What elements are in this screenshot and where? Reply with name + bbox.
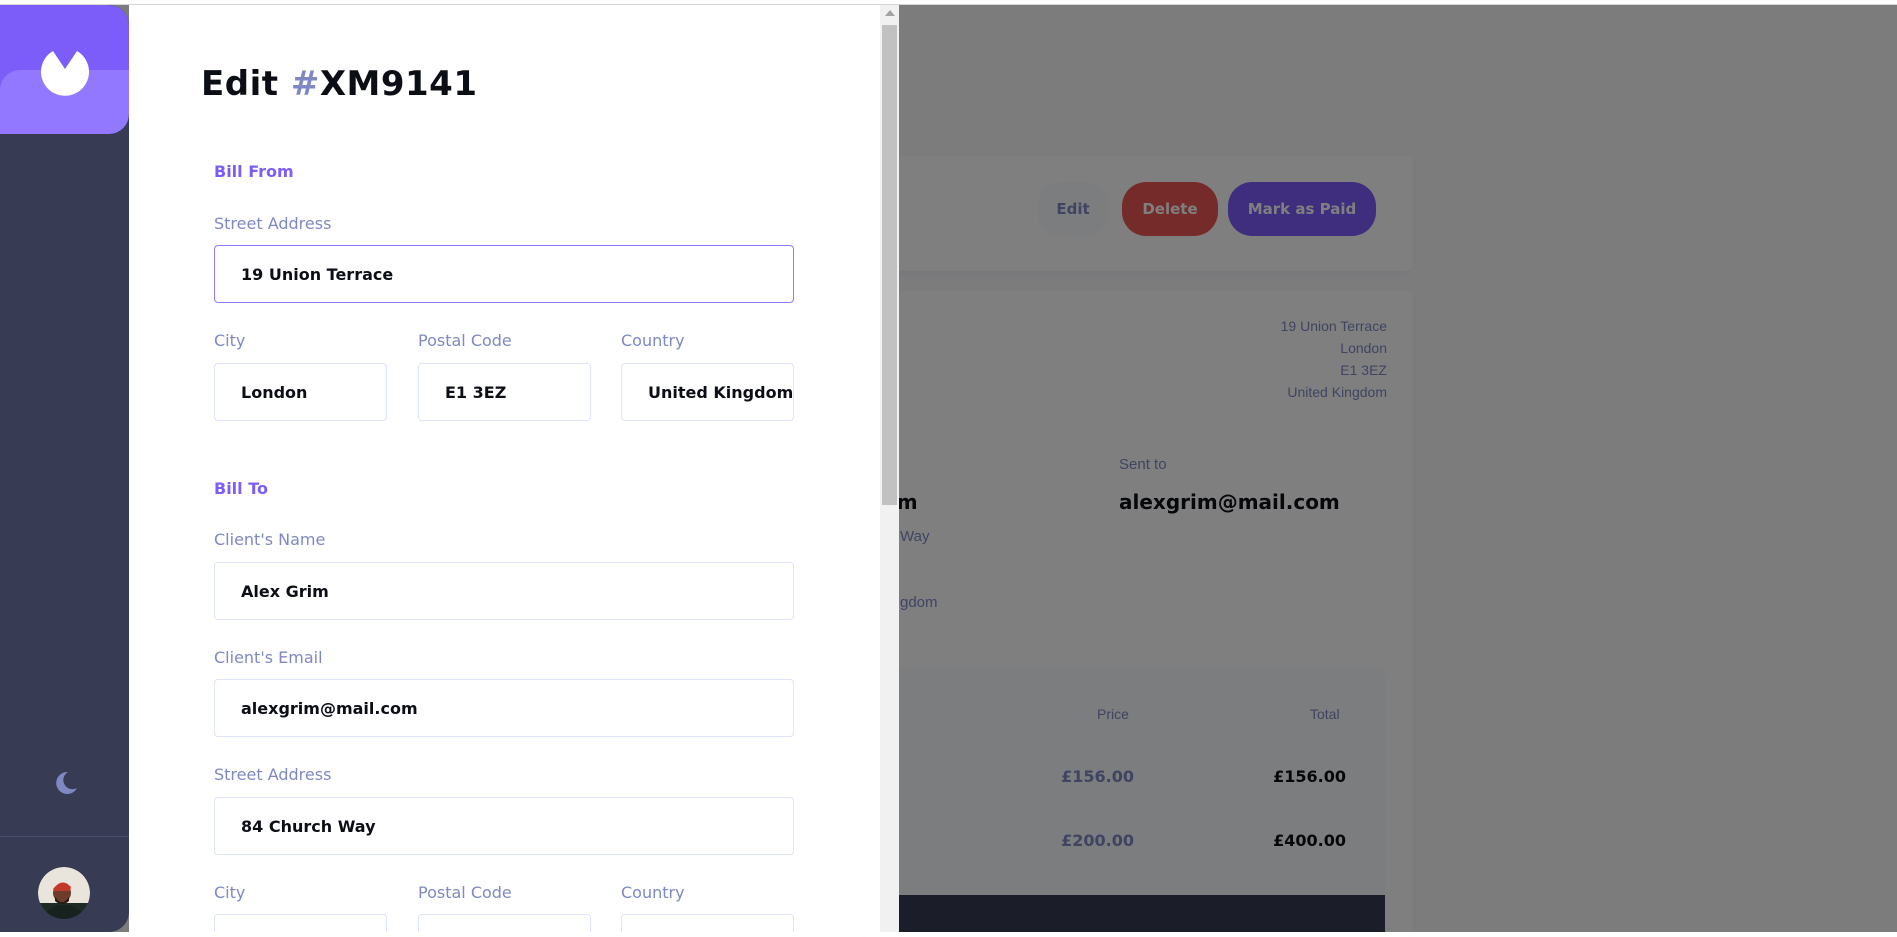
bill-from-postal-input[interactable]: E1 3EZ: [418, 363, 591, 421]
client-city-input[interactable]: [214, 914, 387, 932]
drawer-title: Edit #XM9141: [201, 64, 478, 104]
avatar-image: [38, 867, 90, 919]
bill-from-country-label: Country: [621, 331, 685, 350]
client-country-label: Country: [621, 883, 685, 902]
logo-button[interactable]: [0, 5, 129, 134]
title-prefix: Edit: [201, 64, 291, 104]
sidebar-divider: [0, 836, 129, 837]
bill-from-heading: Bill From: [214, 162, 294, 181]
client-city-label: City: [214, 883, 246, 902]
bill-from-city-input[interactable]: London: [214, 363, 387, 421]
bill-from-street-label: Street Address: [214, 214, 332, 233]
invoice-id: XM9141: [319, 64, 478, 104]
client-postal-label: Postal Code: [418, 883, 512, 902]
client-country-input[interactable]: [621, 914, 794, 932]
client-street-input[interactable]: 84 Church Way: [214, 797, 794, 855]
client-postal-input[interactable]: [418, 914, 591, 932]
app-sidebar: [0, 5, 129, 932]
bill-to-heading: Bill To: [214, 479, 268, 498]
scrollbar-thumb[interactable]: [882, 25, 897, 505]
edit-invoice-drawer: [129, 5, 899, 932]
client-street-label: Street Address: [214, 765, 332, 784]
client-name-label: Client's Name: [214, 530, 326, 549]
client-name-input[interactable]: Alex Grim: [214, 562, 794, 620]
bill-from-postal-label: Postal Code: [418, 331, 512, 350]
bill-from-city-label: City: [214, 331, 246, 350]
moon-icon[interactable]: [50, 768, 80, 798]
scroll-up-arrow-icon[interactable]: [885, 10, 895, 16]
bill-from-country-input[interactable]: United Kingdom: [621, 363, 794, 421]
user-avatar[interactable]: [38, 867, 90, 919]
bill-from-street-input[interactable]: 19 Union Terrace: [214, 245, 794, 303]
client-email-label: Client's Email: [214, 648, 323, 667]
client-email-input[interactable]: alexgrim@mail.com: [214, 679, 794, 737]
app-logo-icon: [41, 51, 89, 96]
title-hash: #: [290, 64, 320, 104]
